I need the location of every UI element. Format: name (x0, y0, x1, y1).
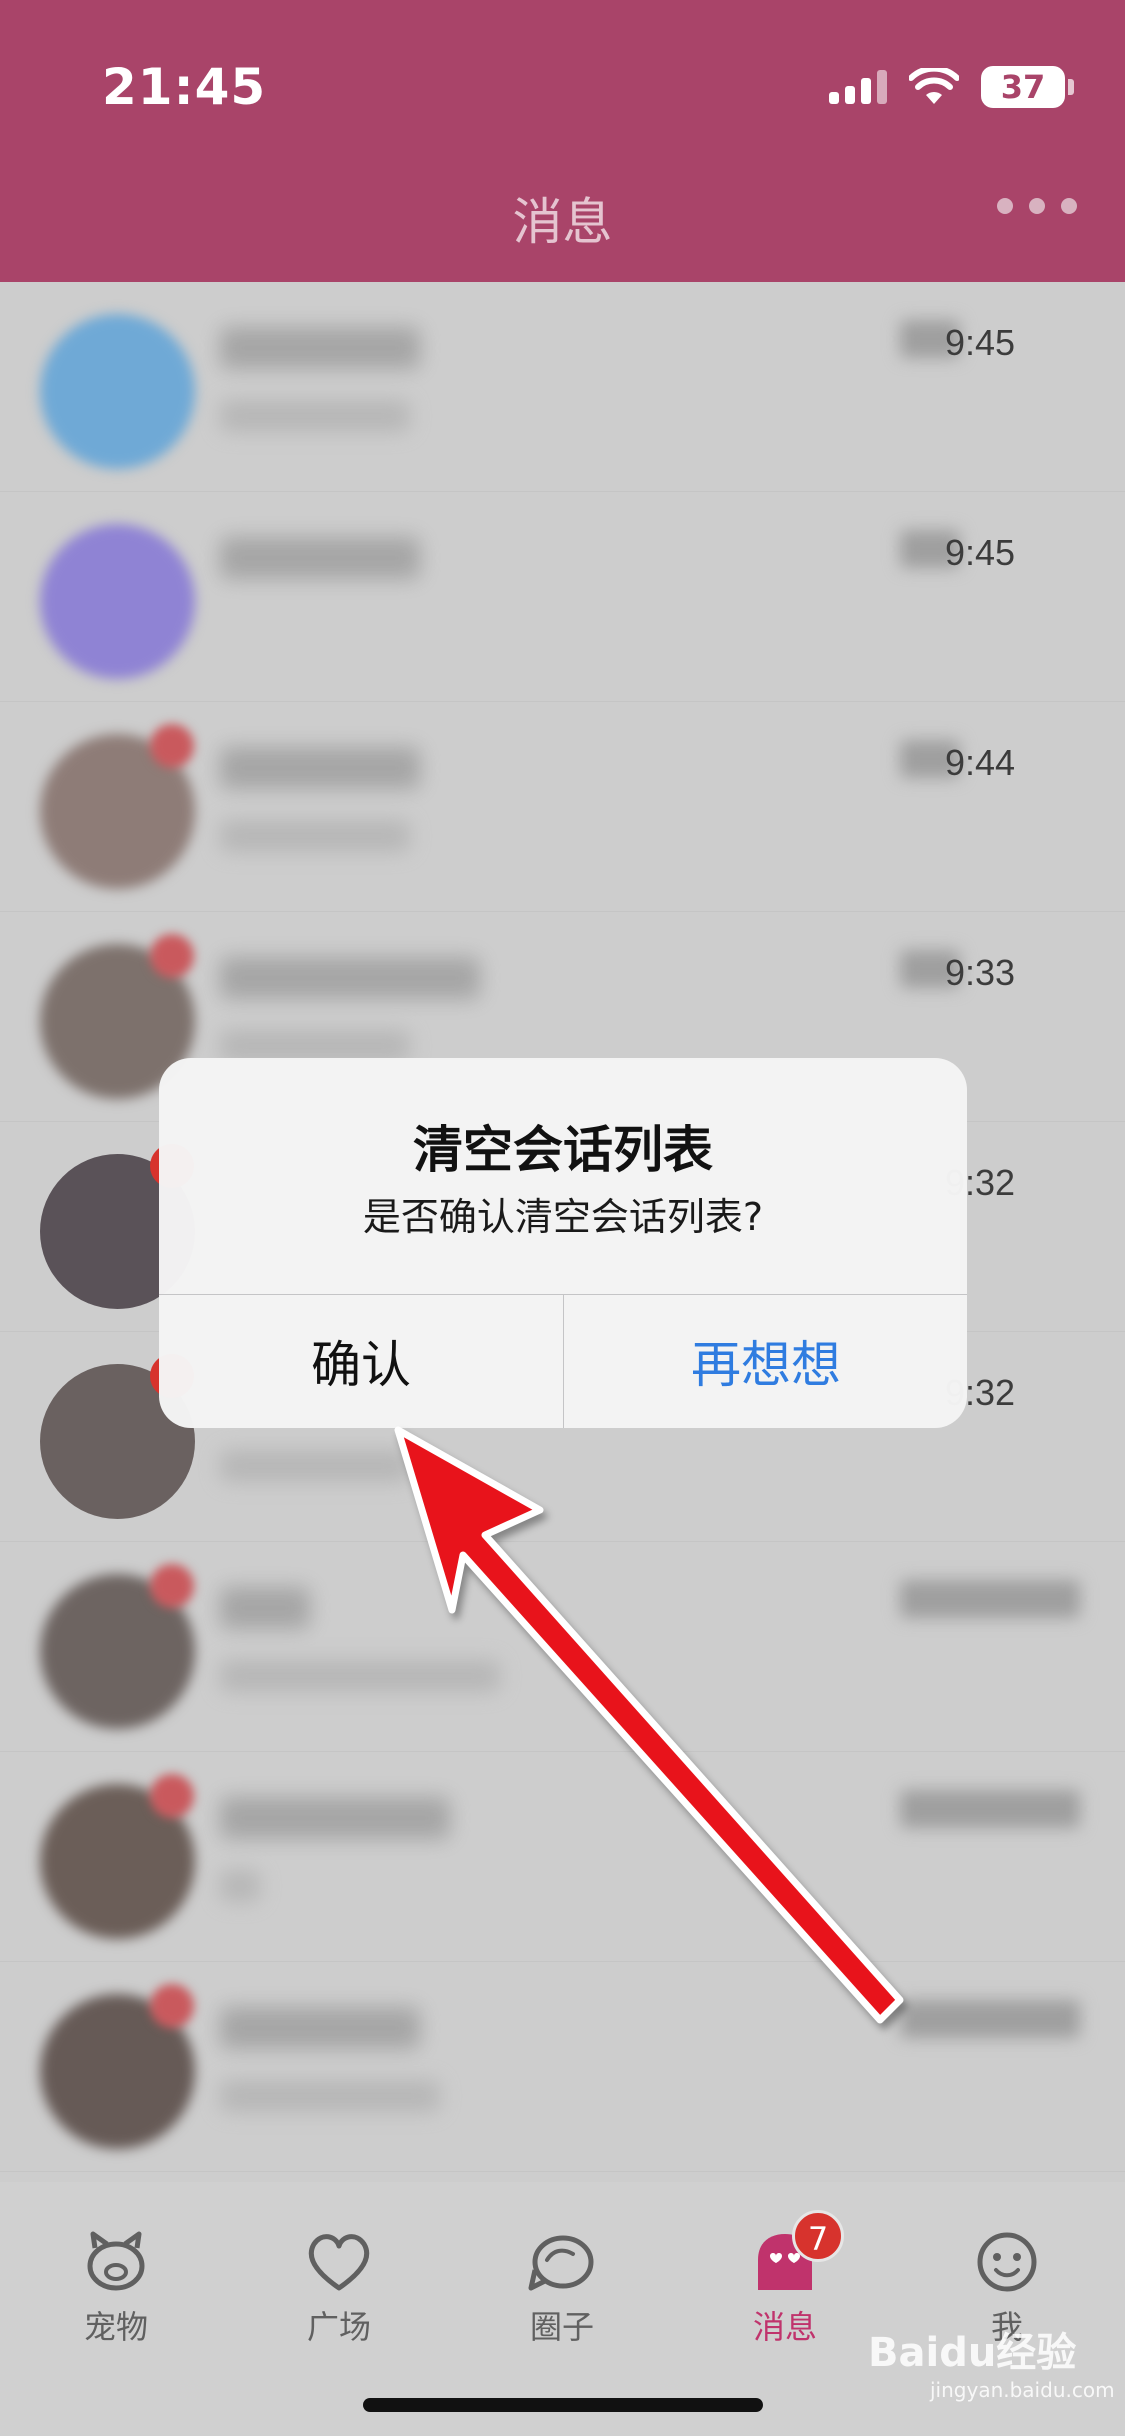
tab-square[interactable]: 广场 (264, 2230, 414, 2348)
tab-messages[interactable]: 7 消息 (710, 2210, 860, 2348)
unread-dot (150, 934, 194, 978)
clear-conversations-dialog: 清空会话列表 是否确认清空会话列表? 确认 再想想 (159, 1058, 967, 1428)
conversation-row[interactable]: 9:44 (0, 702, 1125, 912)
conversation-time: 9:44 (945, 742, 1016, 783)
conversation-time: 9:33 (945, 952, 1016, 993)
avatar (40, 524, 195, 679)
app-header: 21:45 37 消息 (0, 0, 1125, 282)
unread-dot (150, 1564, 194, 1608)
wifi-icon (909, 68, 959, 104)
tab-label: 消息 (752, 2308, 817, 2346)
pig-icon (87, 2231, 145, 2291)
conversation-row[interactable]: 9:45 (0, 492, 1125, 702)
tab-label: 圈子 (529, 2308, 594, 2346)
unread-dot (150, 1774, 194, 1818)
conversation-row[interactable]: 9:45 (0, 282, 1125, 492)
unread-count-badge: 7 (792, 2210, 844, 2262)
conversation-row[interactable] (0, 1752, 1125, 1962)
tab-circles[interactable]: 圈子 (487, 2230, 637, 2348)
home-indicator[interactable] (363, 2398, 763, 2412)
tab-label: 宠物 (83, 2308, 148, 2346)
tab-pets[interactable]: 宠物 (41, 2230, 191, 2348)
tab-label: 广场 (306, 2308, 371, 2346)
watermark-logo: Baidu经验 (868, 2330, 1077, 2376)
more-options-icon[interactable] (997, 198, 1077, 214)
battery-icon: 37 (981, 66, 1074, 108)
conversation-row[interactable] (0, 1962, 1125, 2172)
unread-dot (150, 1984, 194, 2028)
conversation-row[interactable] (0, 1542, 1125, 1752)
conversation-time: 9:45 (945, 322, 1016, 363)
heart-icon (308, 2234, 370, 2291)
status-time: 21:45 (102, 58, 267, 116)
dialog-message: 是否确认清空会话列表? (362, 1195, 764, 1239)
unread-dot (150, 724, 194, 768)
watermark-url: jingyan.baidu.com (930, 2378, 1115, 2402)
confirm-button[interactable]: 确认 (159, 1294, 563, 1428)
conversation-time: 9:45 (945, 532, 1016, 573)
page-title: 消息 (512, 193, 613, 251)
status-icons: 37 (829, 64, 1074, 110)
bubble-icon (528, 2235, 594, 2291)
avatar (40, 314, 195, 469)
cellular-signal-icon (829, 70, 887, 104)
reconsider-button[interactable]: 再想想 (564, 1294, 967, 1428)
dialog-title: 清空会话列表 (413, 1121, 713, 1179)
smiley-icon (977, 2232, 1037, 2292)
